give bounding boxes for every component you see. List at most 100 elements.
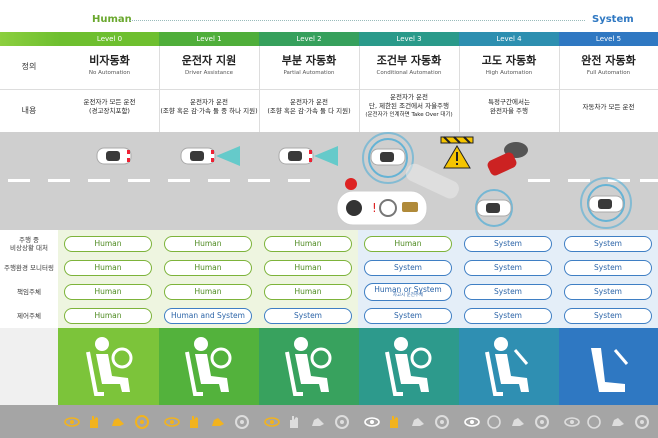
level-1-title: 운전자 지원: [181, 54, 237, 67]
figure-lead-panel: [0, 328, 58, 405]
steering-wheel-icon: [535, 415, 549, 429]
monitoring-pill-level-2: Human: [264, 260, 352, 276]
content-line: (조향 혹은 감·가속 둘 중 하나 지원): [160, 107, 258, 116]
driver-seated-icon: [185, 337, 232, 396]
eye-icon: [264, 417, 280, 427]
row-divider: [0, 89, 658, 90]
driver-seated-icon: [385, 337, 432, 396]
content-line: 운전자가 모든 운전: [83, 98, 136, 106]
row-label-responsibility: 책임주체: [17, 287, 41, 296]
lane-dash: [528, 179, 550, 182]
level-4-content: 특정구간에서는 완전자율 주행: [459, 98, 559, 117]
level-0-definition: 비자동화 No Automation: [60, 46, 159, 76]
row-label-content: 내용: [21, 105, 37, 115]
foot-icon: [312, 418, 324, 426]
pill-note: 자고시 운전주체: [392, 293, 424, 298]
level-5-content: 자동차가 모든 운전: [559, 103, 658, 112]
takeover-alert-icon: !: [336, 190, 428, 226]
level-3-subtitle: Conditional Automation: [376, 70, 442, 76]
level-4-header: Level 4: [459, 32, 559, 46]
scale-arrow-line: [130, 20, 585, 21]
fallback-pill-level-1: Human: [164, 236, 252, 252]
lane-dash: [288, 179, 310, 182]
responsibility-pill-level-1: Human: [164, 284, 252, 300]
level-4-definition: 고도 자동화 High Automation: [459, 46, 559, 76]
level-2-definition: 부분 자동화 Partial Automation: [259, 46, 359, 76]
content-line: (조향 혹은 감·가속 둘 다 지원): [267, 107, 351, 116]
lane-dash: [168, 179, 190, 182]
control-pill-level-0: Human: [64, 308, 152, 324]
responsibility-pill-level-2: Human: [264, 284, 352, 300]
content-line: (운전자가 인계하면 Take Over 대기): [365, 111, 453, 118]
responsibility-pill-level-4: System: [464, 284, 552, 300]
responsibility-pill-level-0: Human: [64, 284, 152, 300]
content-line: 운전자가 운전: [190, 98, 228, 106]
driver-seated-icon: [285, 337, 332, 396]
fallback-pill-level-3: Human: [364, 236, 452, 252]
level-5-subtitle: Full Automation: [586, 70, 631, 76]
hand-icon: [390, 416, 398, 428]
level-3-content: 운전자가 운전 단, 제한된 조건에서 자율주행 (운전자가 인계하면 Take…: [359, 93, 459, 120]
sensor-beam-icon: [216, 146, 240, 166]
eye-icon: [464, 417, 480, 427]
car-icon: [96, 147, 132, 165]
foot-icon: [612, 418, 624, 426]
level-2-title: 부분 자동화: [281, 54, 337, 67]
row-label-control: 제어주체: [17, 311, 41, 320]
content-line: 운전자가 운전: [390, 93, 428, 101]
row-label-monitoring: 주행환경 모니터링: [4, 263, 54, 272]
level-header-lead: [0, 32, 60, 46]
fallback-pill-level-4: System: [464, 236, 552, 252]
level-0-subtitle: No Automation: [88, 70, 131, 76]
level-4-title: 고도 자동화: [481, 54, 537, 67]
monitoring-pill-level-3: System: [364, 260, 452, 276]
steering-wheel-icon: [135, 415, 149, 429]
icon-strip: [0, 405, 658, 438]
lane-dash: [208, 179, 230, 182]
car-icon: [180, 147, 216, 165]
lane-dash: [248, 179, 270, 182]
fallback-pill-level-2: Human: [264, 236, 352, 252]
level-1-driver-panel: [159, 328, 259, 405]
fallback-pill-level-5: System: [564, 236, 652, 252]
lane-dash: [48, 179, 70, 182]
level-1-subtitle: Driver Assistance: [185, 70, 233, 76]
level-2-header: Level 2: [259, 32, 359, 46]
level-5-definition: 완전 자동화 Full Automation: [559, 46, 658, 76]
content-line: 운전자가 운전: [290, 98, 328, 106]
level-4-driver-panel: [459, 328, 559, 405]
steering-wheel-icon: [235, 415, 249, 429]
row-label-fallback: 주행 중 비상상황 대처: [0, 234, 58, 254]
responsibility-pill-level-3: Human or System 자고시 운전주체: [364, 283, 452, 301]
lane-dash: [8, 179, 30, 182]
lane-dash: [640, 179, 658, 182]
steering-wheel-icon: [435, 415, 449, 429]
control-pill-level-5: System: [564, 308, 652, 324]
face-icon: [487, 415, 501, 429]
empty-seat-icon: [591, 348, 629, 392]
road-illustration: !: [0, 132, 658, 230]
passenger-seated-icon: [485, 337, 529, 396]
siren-icon: [345, 178, 357, 190]
level-0-title: 비자동화: [89, 54, 130, 67]
control-pill-level-1: Human and System: [164, 308, 252, 324]
level-3-definition: 조건부 자동화 Conditional Automation: [359, 46, 459, 76]
foot-icon: [212, 418, 224, 426]
level-2-content: 운전자가 운전 (조향 혹은 감·가속 둘 다 지원): [259, 98, 359, 117]
level-1-header: Level 1: [159, 32, 259, 46]
monitoring-pill-level-5: System: [564, 260, 652, 276]
level-3-title: 조건부 자동화: [376, 54, 442, 67]
eye-icon: [164, 417, 180, 427]
hand-icon: [290, 416, 298, 428]
lane-dash: [88, 179, 110, 182]
label-line: 비상상황 대처: [10, 244, 48, 252]
car-icon: [278, 147, 314, 165]
scale-system-label: System: [592, 14, 634, 25]
foot-icon: [512, 418, 524, 426]
level-1-content: 운전자가 운전 (조향 혹은 감·가속 둘 중 하나 지원): [159, 98, 259, 117]
content-line: 단, 제한된 조건에서 자율주행: [368, 102, 450, 111]
eye-icon: [364, 417, 380, 427]
hand-icon: [90, 416, 98, 428]
level-2-subtitle: Partial Automation: [283, 70, 335, 76]
label-line: 주행 중: [18, 235, 39, 244]
